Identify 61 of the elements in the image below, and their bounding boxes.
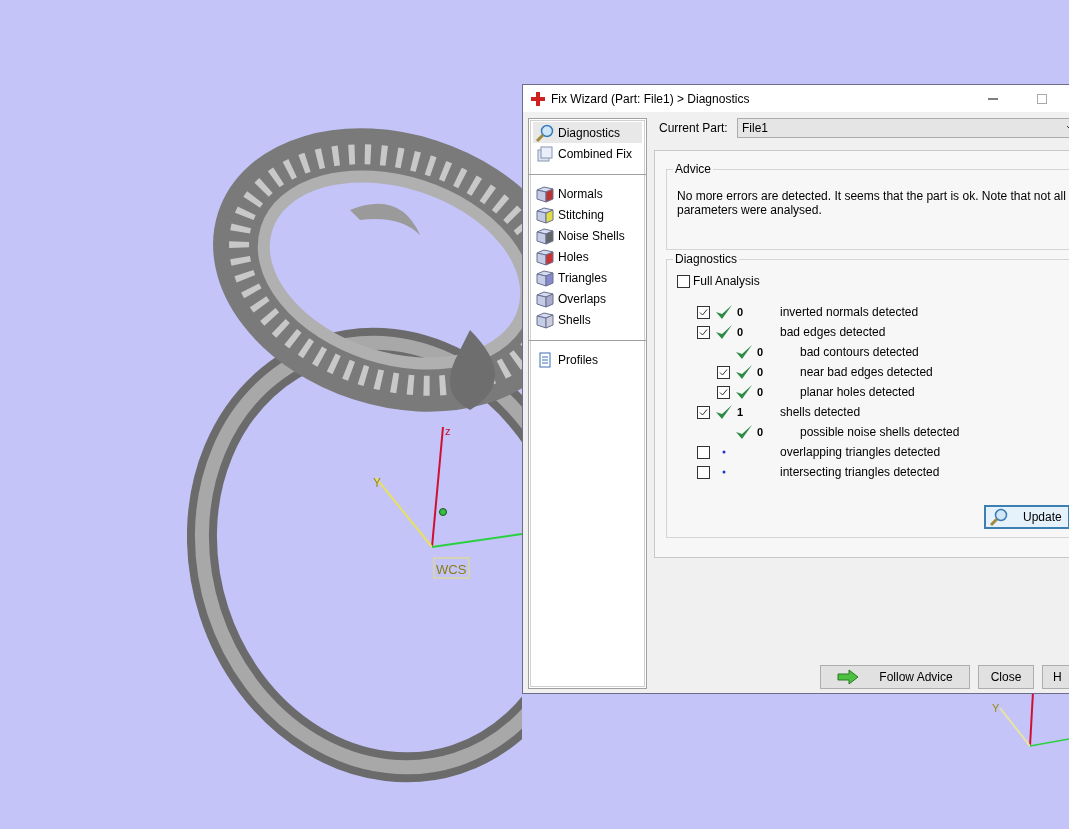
axis-label: Y bbox=[373, 476, 381, 490]
window-title: Fix Wizard (Part: File1) > Diagnostics bbox=[551, 91, 751, 106]
diagnostic-label: shells detected bbox=[780, 405, 861, 419]
advice-text: No more errors are detected. It seems that the part is ok. Note that not all parameters were analysed. bbox=[677, 189, 1067, 217]
axis-label: WCS bbox=[436, 562, 467, 577]
cube-icon bbox=[535, 310, 555, 329]
count-value: 0 bbox=[757, 366, 765, 378]
axis-label: Y bbox=[992, 702, 1000, 714]
cross-icon bbox=[531, 91, 545, 106]
diagnostic-label: intersecting triangles detected bbox=[780, 465, 940, 479]
nav-item[interactable]: Normals bbox=[533, 183, 642, 204]
group-title: Diagnostics bbox=[673, 252, 740, 266]
checkbox[interactable] bbox=[717, 385, 730, 399]
checkbox[interactable] bbox=[717, 365, 730, 379]
diagnostic-label: near bad edges detected bbox=[800, 365, 933, 379]
count-value: 1 bbox=[737, 406, 745, 418]
diagnostic-label: possible noise shells detected bbox=[800, 425, 960, 439]
checkbox[interactable] bbox=[697, 445, 710, 459]
update-button[interactable]: Update bbox=[984, 505, 1069, 529]
search-icon bbox=[989, 508, 1009, 526]
diagnostic-label: bad edges detected bbox=[780, 325, 886, 339]
nav-item[interactable]: Noise Shells bbox=[533, 225, 642, 246]
axis-label: z bbox=[445, 425, 451, 437]
cube-icon bbox=[535, 268, 555, 287]
checkbox[interactable] bbox=[697, 325, 710, 339]
part-dropdown[interactable]: File1 bbox=[737, 118, 1069, 138]
nav-item[interactable]: Holes bbox=[533, 246, 642, 267]
field-label: Current Part: bbox=[659, 121, 729, 135]
nav-item[interactable]: Triangles bbox=[533, 267, 642, 288]
nav-item[interactable]: Combined Fix bbox=[533, 143, 642, 164]
nav-item[interactable]: Diagnostics bbox=[533, 122, 642, 143]
close-button[interactable]: Close bbox=[978, 665, 1034, 689]
nav-item[interactable]: Shells bbox=[533, 309, 642, 330]
diagnostic-label: inverted normals detected bbox=[780, 305, 919, 319]
diagnostic-label: planar holes detected bbox=[800, 385, 915, 399]
count-value: 0 bbox=[757, 386, 765, 398]
checkbox[interactable] bbox=[697, 405, 710, 419]
arrow-right-icon bbox=[837, 669, 860, 685]
cube-icon bbox=[535, 226, 555, 245]
full-analysis-checkbox[interactable]: Full Analysis bbox=[677, 273, 1069, 289]
nav-item[interactable]: Overlaps bbox=[533, 288, 642, 309]
diagnostic-label: overlapping triangles detected bbox=[780, 445, 941, 459]
count-value: 0 bbox=[757, 426, 765, 438]
checkbox[interactable] bbox=[697, 305, 710, 319]
axis-triad-drawing bbox=[999, 691, 1069, 747]
cube-icon bbox=[535, 184, 555, 203]
layers-icon bbox=[535, 144, 555, 163]
group-title: Advice bbox=[673, 162, 714, 176]
nav-item[interactable]: Stitching bbox=[533, 204, 642, 225]
count-value: 0 bbox=[757, 346, 765, 358]
cube-icon bbox=[535, 247, 555, 266]
magnifier-icon bbox=[535, 123, 555, 142]
cube-icon bbox=[535, 205, 555, 224]
nav-item[interactable]: Profiles bbox=[533, 349, 642, 370]
checkbox[interactable] bbox=[697, 465, 710, 479]
diagnostic-label: bad contours detected bbox=[800, 345, 919, 359]
count-value: 0 bbox=[737, 306, 745, 318]
cube-icon bbox=[535, 289, 555, 308]
follow-advice-button[interactable]: Follow Advice bbox=[820, 665, 970, 689]
count-value: 0 bbox=[737, 326, 745, 338]
help-button[interactable]: H bbox=[1042, 665, 1069, 689]
